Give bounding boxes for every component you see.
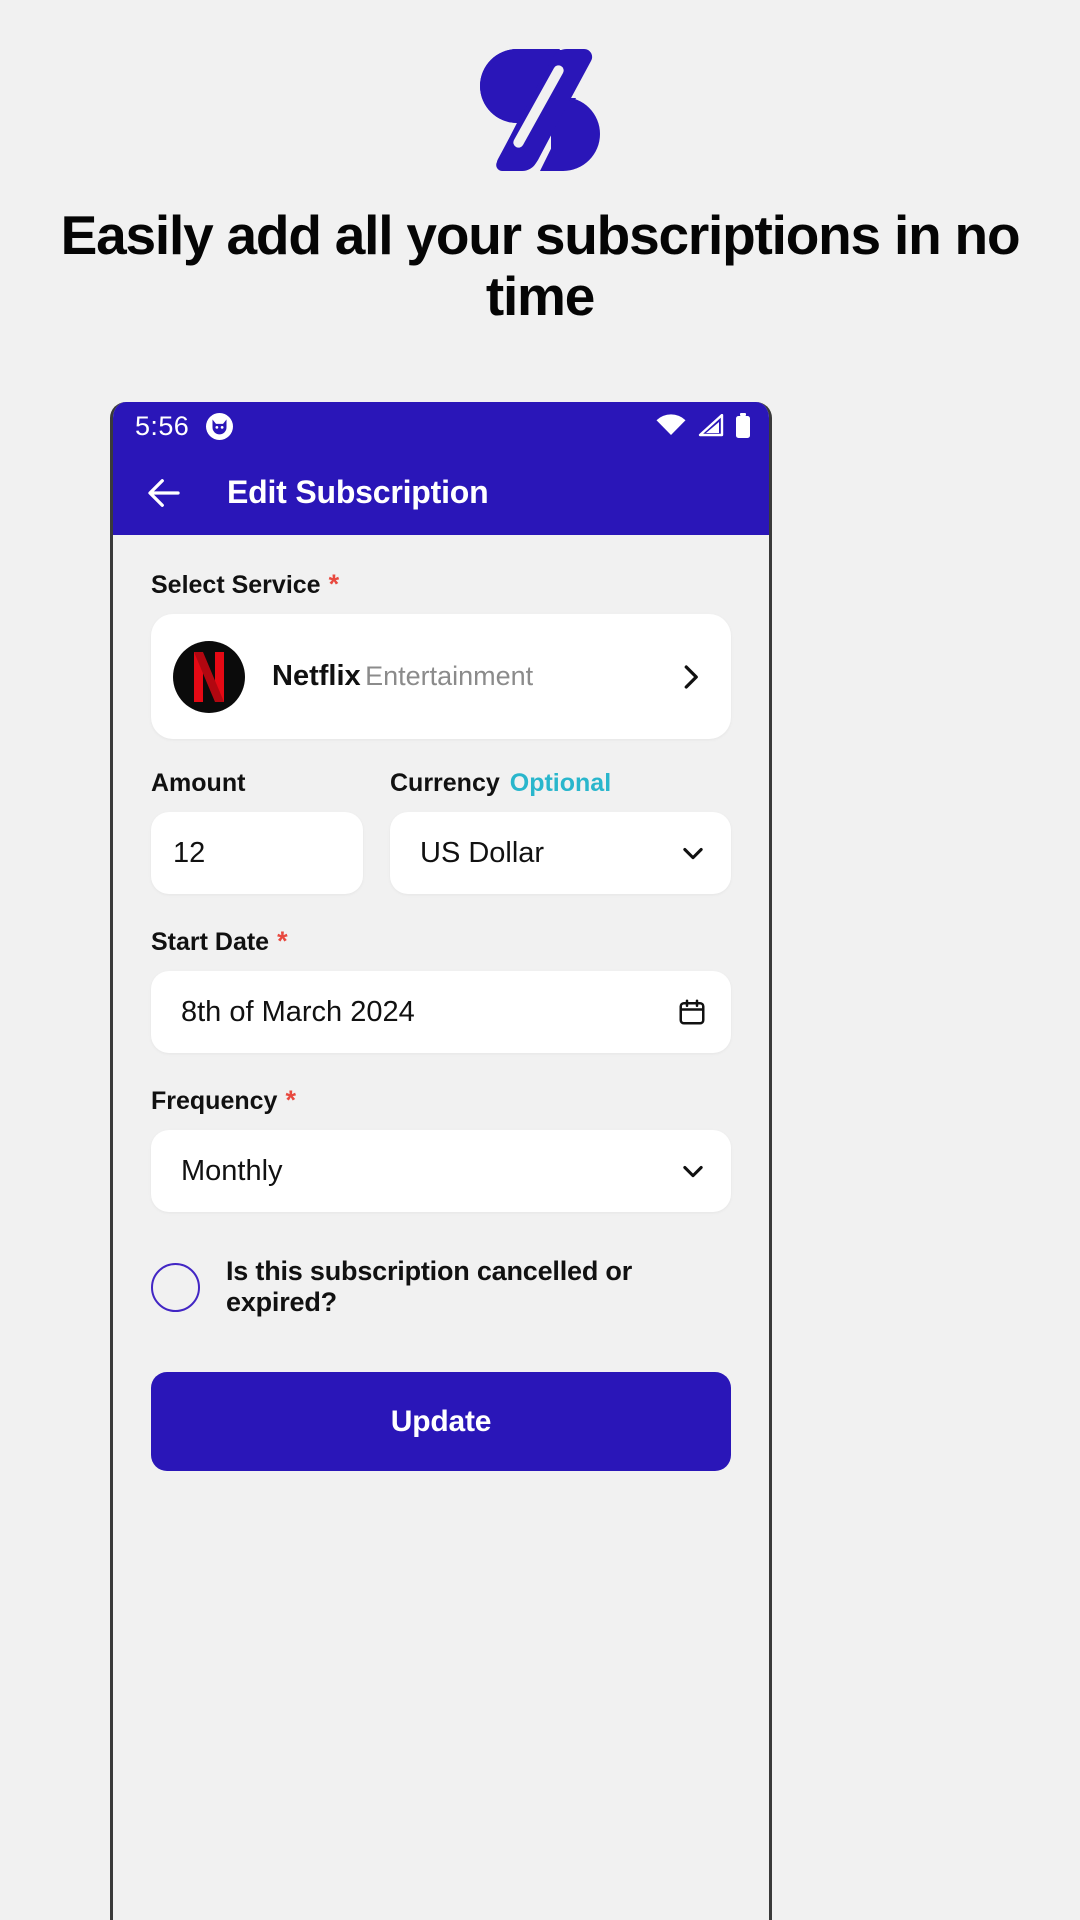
service-category: Entertainment — [365, 661, 534, 692]
amount-currency-row: Amount 12 Currency Optional US Dollar — [151, 769, 731, 894]
calendar-icon[interactable] — [677, 997, 707, 1027]
chevron-down-icon[interactable] — [679, 1157, 707, 1185]
currency-value: US Dollar — [420, 836, 545, 869]
required-asterisk: * — [328, 569, 340, 599]
page-headline: Easily add all your subscriptions in no … — [60, 204, 1021, 327]
frequency-value: Monthly — [181, 1154, 283, 1187]
frequency-select[interactable]: Monthly — [151, 1130, 731, 1212]
start-date-label: Start Date * — [151, 926, 731, 957]
zeta-slash-logo-icon — [480, 48, 600, 172]
arrow-left-icon[interactable] — [143, 472, 185, 514]
status-bar-icons — [656, 413, 751, 439]
currency-select[interactable]: US Dollar — [390, 812, 731, 894]
page-title: Edit Subscription — [227, 474, 489, 510]
optional-badge: Optional — [509, 769, 612, 797]
cancelled-checkbox[interactable] — [151, 1262, 200, 1312]
marketing-screenshot: Easily add all your subscriptions in no … — [0, 0, 1080, 1920]
cancelled-checkbox-row[interactable]: Is this subscription cancelled or expire… — [151, 1256, 731, 1318]
amount-label-text: Amount — [151, 769, 246, 797]
frequency-label: Frequency * — [151, 1085, 731, 1116]
update-button[interactable]: Update — [151, 1372, 731, 1471]
cancelled-checkbox-label: Is this subscription cancelled or expire… — [226, 1256, 633, 1317]
app-bar: Edit Subscription — [113, 450, 769, 535]
cat-face-icon — [206, 412, 234, 440]
service-name: Netflix — [272, 660, 361, 693]
currency-label: Currency Optional — [390, 769, 731, 798]
currency-field-group: Currency Optional US Dollar — [390, 769, 731, 894]
start-date-picker[interactable]: 8th of March 2024 — [151, 971, 731, 1053]
select-service-label: Select Service * — [151, 569, 731, 600]
status-bar: 5:56 — [113, 402, 769, 450]
netflix-logo-icon — [173, 640, 245, 713]
amount-label: Amount — [151, 769, 363, 798]
amount-field-group: Amount 12 — [151, 769, 363, 894]
phone-mockup: 5:56 Edit Subscription Select Service * … — [110, 402, 772, 1920]
brand-logo-container — [0, 46, 1080, 174]
select-service-label-text: Select Service — [151, 571, 321, 599]
required-asterisk: * — [285, 1085, 296, 1115]
frequency-field-group: Frequency * Monthly — [151, 1085, 731, 1212]
wifi-icon — [656, 414, 686, 435]
start-date-field-group: Start Date * 8th of March 2024 — [151, 926, 731, 1053]
cellular-signal-icon — [698, 414, 724, 437]
start-date-value: 8th of March 2024 — [181, 995, 415, 1028]
chevron-right-icon[interactable] — [675, 662, 705, 692]
start-date-label-text: Start Date — [151, 928, 270, 956]
frequency-label-text: Frequency — [151, 1087, 278, 1115]
required-asterisk: * — [277, 926, 288, 956]
status-bar-time: 5:56 — [135, 410, 190, 441]
chevron-down-icon[interactable] — [679, 839, 707, 867]
battery-icon — [736, 413, 750, 438]
form-body: Select Service * Netflix Entertainment A… — [113, 535, 769, 1920]
service-selector-card[interactable]: Netflix Entertainment — [151, 614, 731, 739]
amount-input[interactable]: 12 — [151, 812, 363, 894]
amount-value: 12 — [173, 836, 206, 869]
currency-label-text: Currency — [390, 769, 500, 797]
service-text: Netflix Entertainment — [272, 659, 675, 694]
